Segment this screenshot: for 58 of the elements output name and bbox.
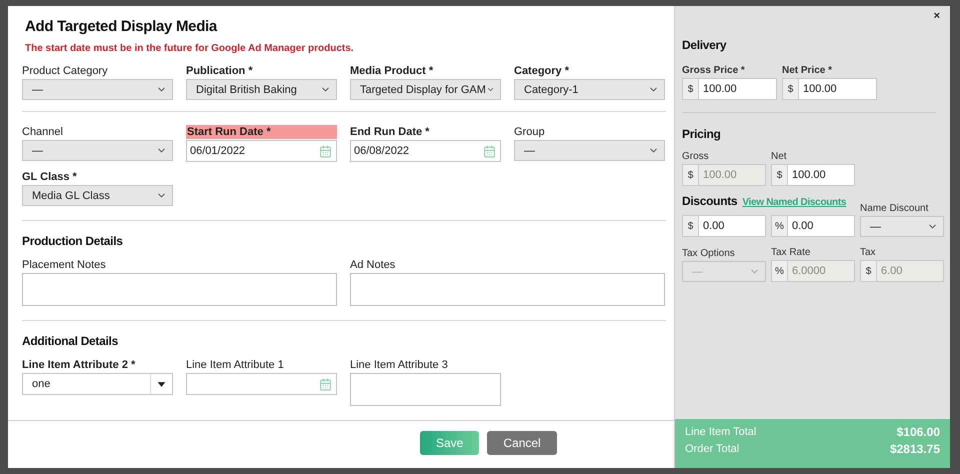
currency-field[interactable]: $ 100.00 <box>782 78 877 100</box>
currency-field[interactable]: $ 100.00 <box>682 78 777 100</box>
field-label: Ad Notes <box>350 258 396 272</box>
select-field[interactable]: Digital British Baking <box>186 79 337 100</box>
field-label: Placement Notes <box>22 258 107 272</box>
text-area[interactable] <box>22 273 337 306</box>
total-value: $2813.75 <box>890 442 940 457</box>
field-label: Publication * <box>186 64 254 78</box>
field-label: Group <box>514 125 546 139</box>
date-field[interactable]: 06/01/2022 <box>186 140 337 162</box>
select-field[interactable]: Targeted Display for GAM <box>350 79 501 100</box>
field-label: Start Run Date * <box>186 125 337 139</box>
field-label: GL Class * <box>22 170 78 184</box>
section-heading: Additional Details <box>22 334 119 348</box>
currency-field[interactable]: $ 0.00 <box>682 215 766 237</box>
date-field[interactable]: 06/08/2022 <box>350 140 501 162</box>
section-heading: Delivery <box>682 38 726 52</box>
total-value: $106.00 <box>896 425 940 440</box>
select-field[interactable]: — <box>514 140 665 161</box>
field-label: Tax <box>860 246 877 259</box>
section-heading: Production Details <box>22 234 124 248</box>
select-field[interactable]: — <box>860 216 944 237</box>
combo-field[interactable]: one <box>22 373 173 395</box>
field-label: Tax Options <box>682 247 736 260</box>
field-label: Net Price * <box>782 64 834 77</box>
field-label: Media Product * <box>350 64 434 78</box>
total-label: Line Item Total <box>685 425 758 440</box>
select-field[interactable]: Category-1 <box>514 79 665 100</box>
section-heading: Pricing <box>682 127 722 141</box>
select-field[interactable]: — <box>22 79 173 100</box>
select-field[interactable]: — <box>22 140 173 161</box>
field-label: Gross Price * <box>682 64 746 77</box>
date-field[interactable] <box>186 373 337 395</box>
field-label: Line Item Attribute 1 <box>186 358 285 372</box>
field-label: Gross <box>682 150 710 163</box>
field-label: Product Category <box>22 64 109 78</box>
field-label: Channel <box>22 125 64 139</box>
field-label: End Run Date * <box>350 125 430 139</box>
text-area[interactable] <box>350 373 501 406</box>
field-label: Category * <box>514 64 570 78</box>
field-label: Name Discount <box>860 202 930 215</box>
cancel-button[interactable]: Cancel <box>487 431 557 455</box>
currency-field[interactable]: $ 100.00 <box>771 164 855 186</box>
field-label: Line Item Attribute 2 * <box>22 358 136 372</box>
calendar-icon <box>483 144 496 158</box>
dialog-title: Add Targeted Display Media <box>24 18 218 35</box>
section-heading: Discounts <box>682 194 738 208</box>
select-field[interactable]: Media GL Class <box>22 185 173 206</box>
calendar-icon <box>319 144 332 158</box>
close-button[interactable]: × <box>932 10 942 22</box>
calendar-icon <box>319 378 332 390</box>
total-label: Order Total <box>685 442 740 457</box>
field-label: Net <box>771 150 788 163</box>
field-label: Tax Rate <box>771 246 812 259</box>
field-label: Line Item Attribute 3 <box>350 358 449 372</box>
currency-field[interactable]: % 0.00 <box>771 215 855 237</box>
error-message: The start date must be in the future for Google Ad Manager products. <box>24 43 355 54</box>
text-area[interactable] <box>350 273 665 306</box>
